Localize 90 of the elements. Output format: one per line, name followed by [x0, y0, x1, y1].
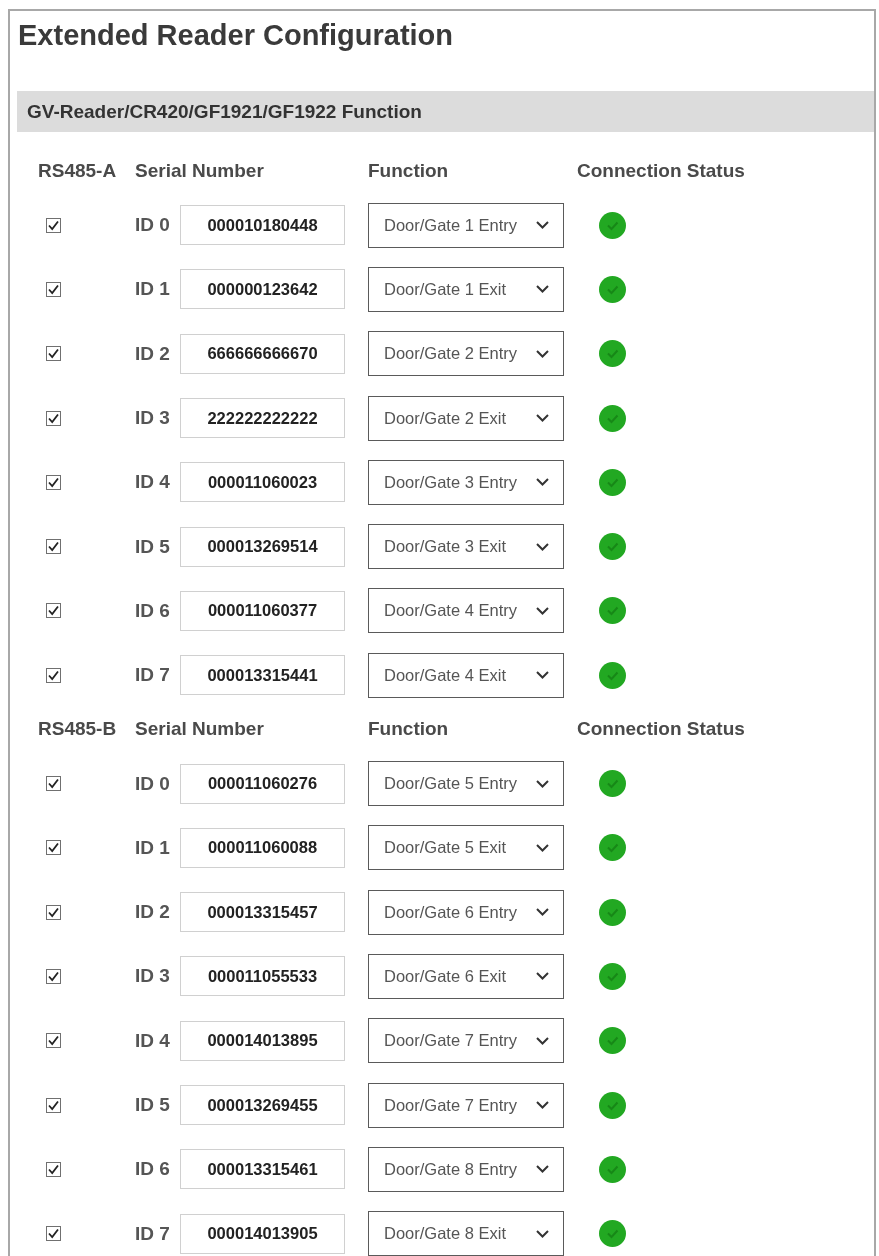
reader-id-label: ID 5 — [135, 1094, 171, 1116]
serial-number-field[interactable]: 000013315441 — [180, 655, 345, 696]
function-dropdown[interactable]: Door/Gate 1 Exit — [368, 266, 564, 312]
serial-number-field[interactable]: 000011055533 — [180, 956, 345, 997]
column-header: Function — [368, 160, 449, 182]
reader-id-label: ID 0 — [135, 772, 171, 795]
checkbox[interactable] — [46, 603, 61, 619]
column-header: Function — [368, 718, 449, 741]
chevron-down-icon — [536, 221, 549, 230]
chevron-down-icon — [536, 1165, 549, 1174]
checkbox[interactable] — [46, 281, 61, 297]
chevron-down-icon — [536, 1101, 549, 1109]
serial-number-field[interactable]: 222222222222 — [180, 398, 345, 439]
function-dropdown[interactable]: Door/Gate 1 Entry — [368, 202, 564, 248]
checkbox[interactable] — [46, 410, 61, 426]
chevron-down-icon — [536, 542, 549, 551]
section-title: GV-Reader/CR420/GF1921/GF1922 Function — [27, 100, 422, 123]
column-header: Serial Number — [135, 160, 264, 182]
bus-label: RS485-A — [38, 160, 117, 182]
chevron-down-icon — [536, 843, 549, 852]
chevron-down-icon — [536, 1229, 549, 1238]
reader-id-label: ID 1 — [135, 836, 171, 859]
serial-number-field[interactable]: 000013315461 — [180, 1149, 345, 1190]
reader-id-label: ID 7 — [135, 1222, 171, 1245]
serial-number-field[interactable]: 000013269455 — [180, 1085, 345, 1125]
reader-id-label: ID 6 — [135, 1158, 171, 1181]
chevron-down-icon — [536, 285, 549, 294]
reader-id-label: ID 4 — [135, 1029, 171, 1052]
serial-number-field[interactable]: 000011060023 — [180, 462, 345, 503]
chevron-down-icon — [536, 1036, 549, 1045]
reader-id-label: ID 3 — [135, 407, 171, 430]
checkbox[interactable] — [46, 1226, 61, 1242]
reader-id-label: ID 7 — [135, 664, 171, 687]
serial-number-field[interactable]: 000014013905 — [180, 1213, 345, 1254]
chevron-down-icon — [536, 414, 549, 423]
checkbox[interactable] — [46, 217, 61, 233]
chevron-down-icon — [536, 671, 549, 680]
function-dropdown[interactable]: Door/Gate 4 Exit — [368, 652, 564, 698]
serial-number-field[interactable]: 666666666670 — [180, 333, 345, 374]
checkbox[interactable] — [46, 1161, 61, 1177]
serial-number-field[interactable]: 000013269514 — [180, 526, 345, 567]
checkbox[interactable] — [46, 840, 61, 856]
checkbox[interactable] — [46, 904, 61, 920]
function-dropdown[interactable]: Door/Gate 7 Entry — [368, 1018, 564, 1064]
reader-id-label: ID 6 — [135, 599, 171, 622]
reader-id-label: ID 4 — [135, 471, 171, 494]
reader-id-label: ID 1 — [135, 278, 171, 301]
checkbox[interactable] — [46, 968, 61, 984]
function-dropdown[interactable]: Door/Gate 4 Entry — [368, 588, 564, 634]
reader-id-label: ID 5 — [135, 535, 171, 558]
checkbox[interactable] — [46, 346, 61, 362]
chevron-down-icon — [536, 972, 549, 981]
serial-number-field[interactable]: 000011060088 — [180, 827, 345, 868]
serial-number-field[interactable]: 000011060377 — [180, 590, 345, 631]
function-dropdown[interactable]: Door/Gate 2 Exit — [368, 395, 564, 441]
column-header: Connection Status — [577, 718, 745, 741]
function-dropdown[interactable]: Door/Gate 8 Exit — [368, 1211, 564, 1256]
reader-id-label: ID 2 — [135, 342, 171, 365]
chevron-down-icon — [536, 349, 549, 358]
function-dropdown[interactable]: Door/Gate 5 Exit — [368, 825, 564, 871]
serial-number-field[interactable]: 000000123642 — [180, 269, 345, 310]
serial-number-field[interactable]: 000013315457 — [180, 892, 345, 933]
reader-id-label: ID 3 — [135, 965, 171, 988]
checkbox[interactable] — [46, 776, 61, 791]
checkbox[interactable] — [46, 667, 61, 683]
function-dropdown[interactable]: Door/Gate 7 Entry — [368, 1082, 564, 1128]
chevron-down-icon — [536, 779, 549, 788]
bus-label: RS485-B — [38, 718, 117, 741]
checkbox[interactable] — [46, 474, 61, 490]
page-title: Extended Reader Configuration — [18, 18, 454, 53]
checkbox[interactable] — [46, 539, 61, 555]
function-dropdown[interactable]: Door/Gate 3 Exit — [368, 524, 564, 570]
function-dropdown[interactable]: Door/Gate 5 Entry — [368, 761, 564, 806]
serial-number-field[interactable]: 000010180448 — [180, 205, 345, 246]
serial-number-field[interactable]: 000011060276 — [180, 763, 345, 804]
function-dropdown[interactable]: Door/Gate 8 Entry — [368, 1146, 564, 1192]
chevron-down-icon — [536, 478, 549, 487]
checkbox[interactable] — [46, 1033, 61, 1049]
chevron-down-icon — [536, 606, 549, 615]
serial-number-field[interactable]: 000014013895 — [180, 1020, 345, 1061]
reader-id-label: ID 0 — [135, 214, 171, 237]
function-dropdown[interactable]: Door/Gate 2 Entry — [368, 331, 564, 377]
function-dropdown[interactable]: Door/Gate 6 Exit — [368, 953, 564, 999]
column-header: Serial Number — [135, 718, 264, 741]
checkbox[interactable] — [46, 1097, 61, 1113]
function-dropdown[interactable]: Door/Gate 6 Entry — [368, 889, 564, 935]
reader-id-label: ID 2 — [135, 901, 171, 924]
chevron-down-icon — [536, 908, 549, 917]
column-header: Connection Status — [577, 160, 745, 182]
function-dropdown[interactable]: Door/Gate 3 Entry — [368, 459, 564, 505]
